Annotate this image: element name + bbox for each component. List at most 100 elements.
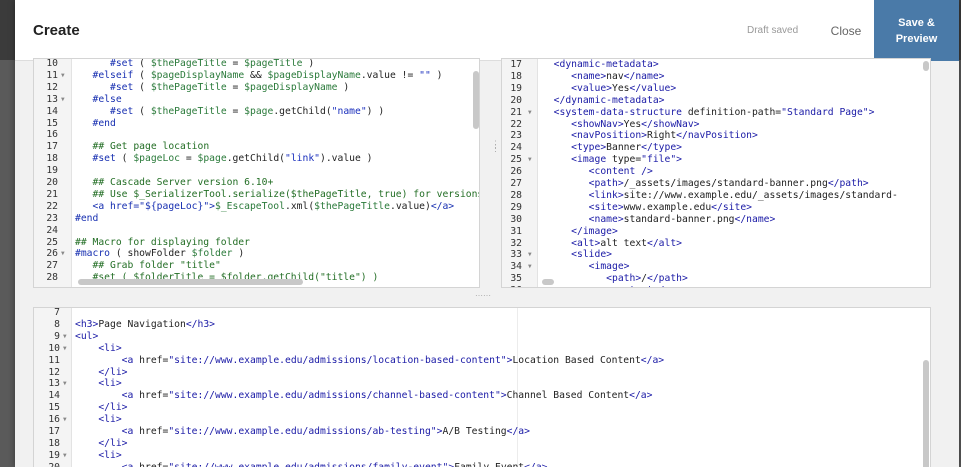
code-line[interactable]: <link>site://www.example.edu/_assets/ima…	[542, 190, 898, 202]
fold-toggle-icon[interactable]: ▼	[63, 343, 67, 355]
code-token: <content />	[606, 285, 670, 287]
code-token: </a>	[430, 200, 455, 212]
code-token: (	[133, 81, 151, 93]
code-line[interactable]: <type>Banner</type>	[542, 142, 682, 154]
code-line[interactable]: <path>/</path>	[542, 273, 688, 285]
code-line[interactable]: <a href="${pageLoc}">$_EscapeTool.xml($t…	[75, 200, 455, 213]
code-line[interactable]: <slide>	[542, 249, 612, 261]
code-line[interactable]: ## Grab folder "title"	[75, 260, 221, 272]
code-line[interactable]: <image type="file">	[542, 154, 682, 166]
code-line[interactable]: <a href="site://www.example.edu/admissio…	[75, 426, 530, 438]
line-number: 7	[54, 307, 60, 318]
code-line[interactable]: <li>	[75, 378, 121, 390]
code-line[interactable]: <alt>alt text</alt>	[542, 238, 682, 250]
fold-toggle-icon[interactable]: ▼	[63, 450, 67, 462]
code-line[interactable]: <site>www.example.edu</site>	[542, 202, 752, 214]
xml-editor[interactable]: 17 <dynamic-metadata> 18 <name>nav</name>…	[501, 58, 931, 288]
code-token: </a>	[524, 462, 547, 467]
fold-toggle-icon[interactable]: ▼	[63, 331, 67, 343]
code-line[interactable]: ## Use $_SerializerTool.serialize($thePa…	[75, 189, 480, 201]
code-token: <image>	[588, 261, 630, 273]
code-line[interactable]: <li>	[75, 450, 121, 462]
fold-toggle-icon[interactable]: ▼	[61, 248, 65, 260]
code-line[interactable]: #macro ( showFolder $folder )	[75, 248, 244, 260]
draft-status: Draft saved	[747, 25, 799, 36]
code-token: <path>	[588, 178, 624, 189]
code-line[interactable]: <content />	[542, 166, 653, 178]
html-vertical-scrollbar[interactable]	[923, 360, 929, 467]
code-line[interactable]: ## Cascade Server version 6.10+	[75, 177, 274, 189]
code-line[interactable]: <navPosition>Right</navPosition>	[542, 130, 758, 142]
html-editor[interactable]: 7 8 <h3>Page Navigation</h3> 9 ▼ <ul> 10 ▼ <li>…	[33, 307, 931, 467]
line-number: 15	[48, 402, 60, 414]
code-line[interactable]: </dynamic-metadata>	[542, 95, 665, 107]
line-number: 27	[46, 260, 58, 272]
code-line[interactable]: <dynamic-metadata>	[542, 59, 659, 71]
velocity-vertical-scrollbar[interactable]	[473, 71, 479, 129]
code-token: </alt>	[647, 237, 683, 249]
code-token: Location Based Content	[512, 354, 641, 366]
fold-toggle-icon[interactable]: ▼	[63, 378, 67, 390]
velocity-horizontal-scrollbar[interactable]	[78, 279, 303, 285]
code-line[interactable]: </li>	[75, 402, 127, 414]
code-line[interactable]: ## Macro for displaying folder	[75, 237, 250, 249]
code-token: <type>	[571, 142, 607, 154]
code-token: .getChild(	[226, 153, 286, 165]
code-token: )	[337, 81, 350, 93]
code-line[interactable]: <name>nav</name>	[542, 71, 664, 83]
line-number: 11	[46, 69, 58, 81]
code-line[interactable]: #set ( $thePageTitle = $page.getChild("n…	[75, 106, 384, 118]
fold-toggle-icon[interactable]: ▼	[528, 107, 532, 119]
fold-toggle-icon[interactable]: ▼	[528, 154, 532, 166]
code-token: =	[180, 153, 198, 165]
xml-horizontal-scrollbar[interactable]	[542, 279, 554, 285]
code-line[interactable]: #else	[75, 94, 122, 106]
fold-toggle-icon[interactable]: ▼	[61, 94, 65, 106]
code-line[interactable]: <ul>	[75, 331, 98, 343]
code-line[interactable]: <system-data-structure definition-path="…	[542, 106, 875, 119]
code-line[interactable]: #set ( $pageLoc = $page.getChild("link")…	[75, 153, 373, 165]
xml-vertical-scrollbar[interactable]	[923, 61, 929, 71]
vertical-splitter-handle[interactable]: ⋮ ⋮	[491, 140, 500, 156]
code-line[interactable]: <li>	[75, 343, 121, 355]
code-line[interactable]: #set ( $thePageTitle = $pageDisplayName …	[75, 82, 349, 94]
code-token: =	[226, 58, 245, 69]
fold-toggle-icon[interactable]: ▼	[63, 414, 67, 426]
code-token: definition-path=	[681, 106, 782, 118]
code-line[interactable]: <path>/_assets/images/standard-banner.pn…	[542, 178, 869, 190]
code-line[interactable]: <value>Yes</value>	[542, 83, 676, 95]
code-line[interactable]: </image>	[542, 226, 618, 238]
close-button[interactable]: Close	[817, 17, 875, 45]
horizontal-splitter-handle[interactable]: ⋯⋯	[473, 292, 493, 300]
code-line[interactable]: <image>	[542, 261, 630, 273]
code-line[interactable]: <name>standard-banner.png</name>	[542, 214, 776, 226]
code-line[interactable]: #end	[75, 213, 98, 225]
code-line[interactable]: #elseif ( $pageDisplayName && $pageDispl…	[75, 70, 443, 82]
code-line[interactable]: <a href="site://www.example.edu/admissio…	[75, 355, 664, 367]
velocity-editor[interactable]: 10 #set ( $thePageTitle = $pageTitle ) 11…	[33, 58, 480, 288]
code-line[interactable]: <a href="site://www.example.edu/admissio…	[75, 462, 548, 467]
save-preview-button[interactable]: Save & Preview	[874, 0, 959, 61]
code-line[interactable]: #set ( $thePageTitle = $pageTitle )	[75, 58, 314, 70]
code-line[interactable]: <h3>Page Navigation</h3>	[75, 319, 215, 331]
fold-toggle-icon[interactable]: ▼	[61, 70, 65, 82]
code-line[interactable]: <content />	[542, 285, 670, 287]
code-line[interactable]: ## Get page location	[75, 141, 210, 153]
code-line[interactable]: </li>	[75, 367, 127, 379]
line-number: 18	[48, 437, 60, 449]
fold-toggle-icon[interactable]: ▼	[528, 249, 532, 261]
code-line[interactable]: #end	[75, 118, 116, 130]
code-token: "site://www.example.edu/admissions/ab-te…	[168, 426, 437, 437]
fold-toggle-icon[interactable]: ▼	[528, 261, 532, 273]
code-line[interactable]: </li>	[75, 438, 127, 450]
code-line[interactable]: <showNav>Yes</showNav>	[542, 119, 699, 131]
code-line[interactable]: <a href="site://www.example.edu/admissio…	[75, 390, 653, 402]
line-number: 20	[510, 94, 522, 106]
code-line[interactable]: <li>	[75, 414, 121, 426]
